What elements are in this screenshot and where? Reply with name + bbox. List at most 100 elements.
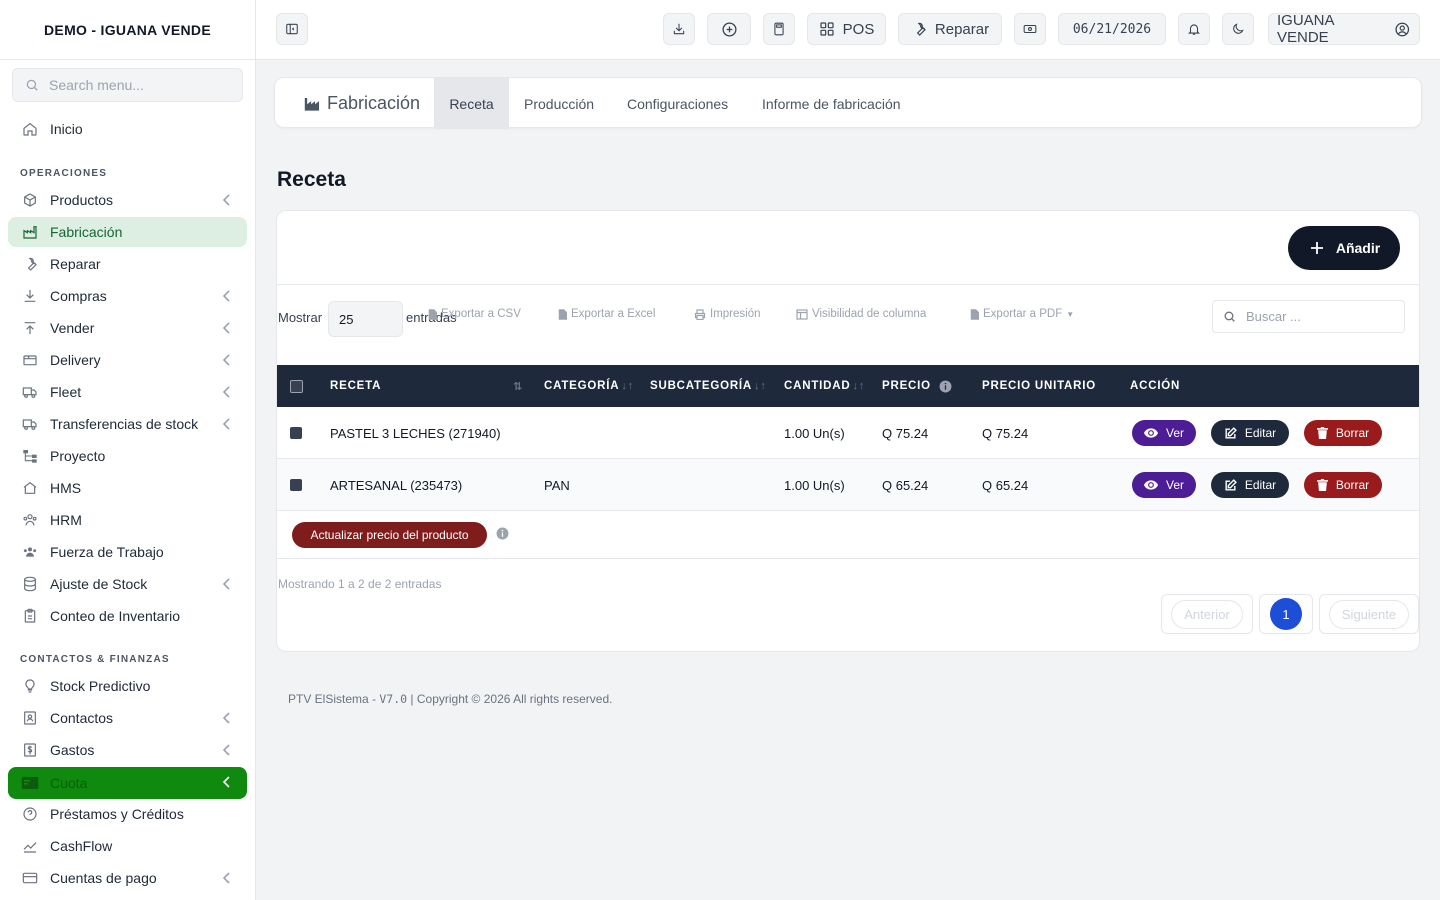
download-button[interactable] (663, 13, 695, 45)
sidebar-item-label: Fleet (50, 384, 82, 400)
table-row: PASTEL 3 LECHES (271940) 1.00 Un(s) Q 75… (277, 407, 1419, 459)
sidebar-item-cuentas[interactable]: Cuentas de pago (8, 863, 247, 893)
sidebar-item-conteo[interactable]: Conteo de Inventario (8, 601, 247, 631)
truck-icon (20, 382, 40, 402)
chevron-left-icon (222, 872, 230, 884)
toggle-sidebar-button[interactable] (276, 13, 308, 45)
show-label: Mostrar (278, 310, 323, 325)
tab-module-label: Fabricación (327, 93, 421, 113)
edit-button[interactable]: Editar (1211, 420, 1289, 446)
export-csv-label: Exportar a CSV (441, 308, 521, 320)
user-circle-icon (1395, 22, 1410, 36)
select-all-checkbox[interactable] (290, 380, 303, 393)
pagination-previous-label: Anterior (1171, 599, 1243, 629)
view-button[interactable]: Ver (1132, 420, 1196, 446)
cash-register-button[interactable] (1014, 13, 1046, 45)
sidebar-item-cuota[interactable]: Cuota (8, 767, 247, 799)
view-label: Ver (1165, 478, 1184, 492)
export-pdf-label: Exportar a PDF (983, 308, 1063, 320)
plus-circle-icon (721, 21, 737, 37)
sidebar-item-contactos[interactable]: Contactos (8, 703, 247, 733)
row-checkbox[interactable] (290, 479, 302, 491)
sidebar-item-stock-predictivo[interactable]: Stock Predictivo (8, 671, 247, 701)
column-header-categoria[interactable]: CATEGORÍA ↓↑ (544, 365, 634, 407)
sidebar-item-label: Stock Predictivo (50, 678, 151, 694)
delete-button[interactable]: Borrar (1304, 420, 1382, 446)
export-excel-button[interactable]: Exportar a Excel (558, 308, 655, 320)
sidebar-search-input[interactable]: Search menu... (12, 68, 243, 102)
tab-receta[interactable]: Receta (434, 78, 509, 129)
column-header-receta[interactable]: RECETA (330, 365, 381, 407)
sidebar-item-fuerza[interactable]: Fuerza de Trabajo (8, 537, 247, 567)
caret-down-icon: ▼ (1066, 309, 1075, 319)
column-visibility-button[interactable]: Visibilidad de columna (796, 308, 926, 320)
column-header-precio[interactable]: PRECIO (882, 365, 952, 407)
export-pdf-button[interactable]: Exportar a PDF ▼ (970, 308, 1074, 320)
download-icon (673, 23, 685, 35)
sidebar-item-prestamos[interactable]: Préstamos y Créditos (8, 799, 247, 829)
sidebar-item-fleet[interactable]: Fleet (8, 377, 247, 407)
house-icon (20, 478, 40, 498)
search-icon (26, 79, 38, 91)
sidebar-item-inicio[interactable]: Inicio (8, 114, 247, 144)
export-excel-label: Exportar a Excel (571, 308, 656, 320)
sidebar-item-reparar[interactable]: Reparar (8, 249, 247, 279)
file-pdf-icon (970, 308, 979, 320)
dark-mode-toggle[interactable] (1222, 13, 1254, 45)
sidebar-item-hrm[interactable]: HRM (8, 505, 247, 535)
plus-icon (1310, 242, 1323, 254)
sidebar-item-label: Ajuste de Stock (50, 576, 148, 592)
pagination-next[interactable]: Siguiente (1319, 594, 1419, 634)
sidebar-item-label: Productos (50, 192, 114, 208)
tab-configuraciones[interactable]: Configuraciones (627, 78, 728, 129)
delete-button[interactable]: Borrar (1304, 472, 1382, 498)
column-header-precio-unitario[interactable]: PRECIO UNITARIO (982, 365, 1096, 407)
footer-copyright: | Copyright © 2026 All rights reserved. (407, 692, 613, 706)
page-length-select[interactable]: 25 (328, 301, 403, 337)
notifications-button[interactable] (1178, 13, 1210, 45)
tab-informe[interactable]: Informe de fabricación (762, 78, 901, 129)
add-button[interactable]: Añadir (1288, 226, 1400, 270)
sidebar-item-delivery[interactable]: Delivery (8, 345, 247, 375)
table-search-input[interactable]: Buscar ... (1212, 300, 1405, 333)
sidebar-item-fabricacion[interactable]: Fabricación (8, 217, 247, 247)
sidebar-item-compras[interactable]: Compras (8, 281, 247, 311)
row-checkbox[interactable] (290, 427, 302, 439)
pos-button[interactable]: POS (807, 13, 886, 45)
user-menu-button[interactable]: IGUANA VENDE (1268, 12, 1420, 46)
column-header-cantidad[interactable]: CANTIDAD ↓↑ (784, 365, 865, 407)
sidebar-item-gastos[interactable]: Gastos (8, 735, 247, 765)
tab-label: Configuraciones (627, 95, 729, 112)
export-csv-button[interactable]: Exportar a CSV (428, 308, 521, 320)
sidebar-item-cashflow[interactable]: CashFlow (8, 831, 247, 861)
pagination-previous[interactable]: Anterior (1161, 594, 1253, 634)
sidebar: DEMO - IGUANA VENDE Search menu... Inici… (0, 0, 256, 900)
cell-precio: Q 65.24 (882, 477, 929, 493)
sidebar-item-vender[interactable]: Vender (8, 313, 247, 343)
dollar-receipt-icon (20, 740, 40, 760)
edit-label: Editar (1244, 478, 1277, 492)
sidebar-item-proyecto[interactable]: Proyecto (8, 441, 247, 471)
pagination-page-1[interactable]: 1 (1259, 594, 1313, 634)
repair-button[interactable]: Reparar (898, 13, 1002, 45)
view-button[interactable]: Ver (1132, 472, 1196, 498)
cell-categoria: PAN (544, 477, 570, 493)
add-circle-button[interactable] (707, 13, 751, 45)
sidebar-item-ajuste[interactable]: Ajuste de Stock (8, 569, 247, 599)
edit-button[interactable]: Editar (1211, 472, 1289, 498)
print-button[interactable]: Impresión (694, 308, 761, 320)
column-header-subcategoria[interactable]: SUBCATEGORÍA ↓↑ (650, 365, 767, 407)
calculator-button[interactable] (763, 13, 795, 45)
sidebar-item-transferencias[interactable]: Transferencias de stock (8, 409, 247, 439)
tab-module-fabricacion[interactable]: Fabricación (304, 78, 420, 129)
chevron-left-icon (222, 744, 230, 756)
sidebar-item-hms[interactable]: HMS (8, 473, 247, 503)
chevron-left-icon (222, 386, 230, 398)
date-display[interactable]: 06/21/2026 (1058, 13, 1166, 45)
sidebar-item-productos[interactable]: Productos (8, 185, 247, 215)
info-icon[interactable] (496, 527, 509, 540)
sort-desc-icon[interactable]: ⇅ (513, 365, 523, 407)
sidebar-item-label: Compras (50, 288, 107, 304)
update-price-button[interactable]: Actualizar precio del producto (292, 522, 487, 548)
tab-produccion[interactable]: Producción (524, 78, 594, 129)
